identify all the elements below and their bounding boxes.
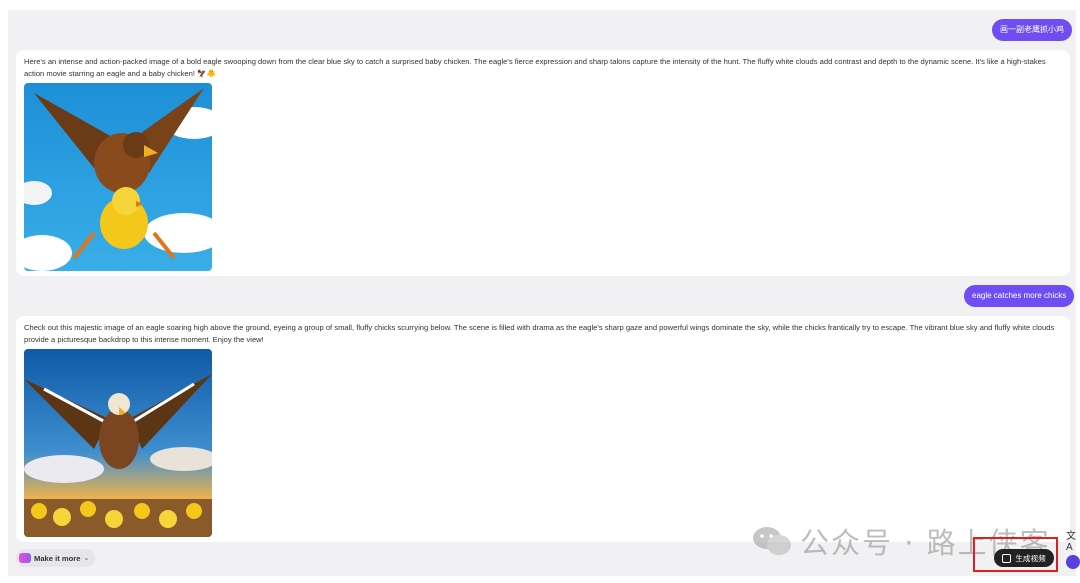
video-icon — [1002, 553, 1012, 563]
make-it-more-button[interactable]: Make it more ⌄ — [16, 549, 96, 567]
generated-image-eagle-chick[interactable] — [24, 83, 212, 271]
chevron-down-icon: ⌄ — [83, 555, 90, 562]
translate-icon[interactable]: 文A — [1066, 527, 1080, 553]
assistant-reply-text: Here's an intense and action-packed imag… — [24, 57, 1046, 79]
generate-video-label: 生成视频 — [1015, 553, 1046, 563]
assistant-icon[interactable] — [1066, 555, 1080, 569]
user-message-bubble: 画一副老鹰抓小鸡 — [992, 19, 1072, 41]
assistant-reply-text: Check out this majestic image of an eagl… — [24, 323, 1055, 345]
assistant-reply-card: Check out this majestic image of an eagl… — [16, 316, 1070, 542]
generate-video-button[interactable]: 生成视频 — [994, 549, 1054, 567]
assistant-reply-card: Here's an intense and action-packed imag… — [16, 50, 1070, 276]
eagle-chick-illustration — [24, 83, 212, 271]
user-message-text: 画一副老鹰抓小鸡 — [1000, 25, 1064, 34]
wechat-logo-icon — [753, 527, 791, 555]
user-message-text: eagle catches more chicks — [972, 291, 1067, 300]
user-message-bubble: eagle catches more chicks — [964, 285, 1075, 307]
eagle-chicks-illustration — [24, 349, 212, 537]
chat-area: 画一副老鹰抓小鸡 Here's an intense and action-pa… — [8, 10, 1076, 576]
sparkle-icon — [19, 553, 31, 563]
generated-image-eagle-chicks[interactable] — [24, 349, 212, 537]
make-it-more-label: Make it more — [34, 553, 81, 563]
